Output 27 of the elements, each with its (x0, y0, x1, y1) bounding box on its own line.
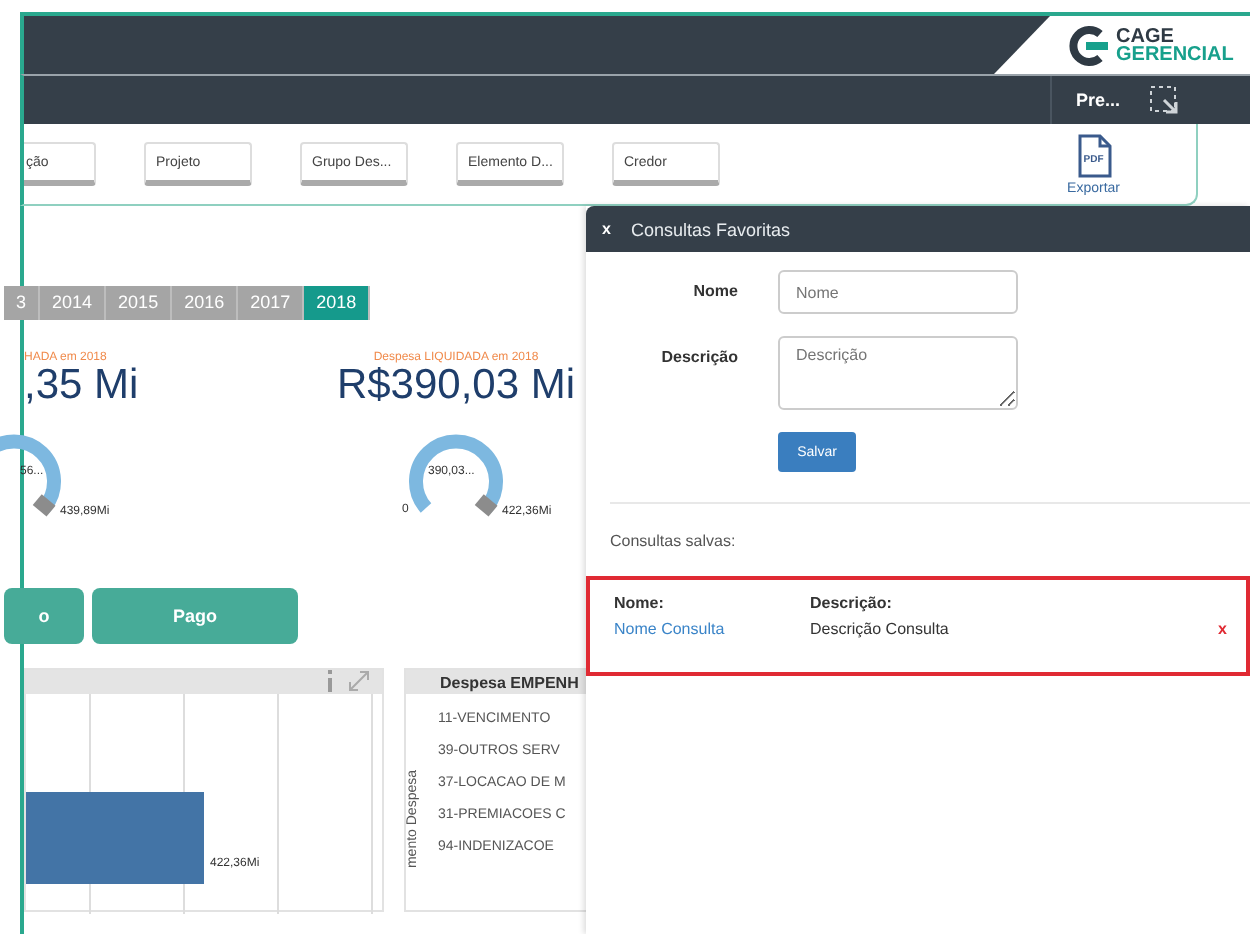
kpi-value: R$390,03 Mi (336, 363, 576, 407)
year-tab[interactable]: 3 (4, 285, 41, 319)
field-label: Descrição (659, 346, 738, 366)
field-label: Nome (691, 280, 738, 300)
gauge-drawing (406, 431, 506, 519)
pdf-file-icon (1075, 133, 1112, 177)
text-area[interactable]: Descrição (778, 336, 1018, 410)
query-description: Descrição Consulta (810, 620, 951, 638)
year-tab[interactable]: 2018 (304, 285, 371, 319)
kpi-value: ,35 Mi (24, 363, 139, 407)
logo-subtext: GERENCIAL (1116, 45, 1234, 63)
logo-text: CAGE (1116, 27, 1174, 45)
close-button[interactable]: x (598, 220, 615, 238)
stage-button[interactable]: o (4, 587, 84, 643)
section-label: Consultas salvas: (610, 502, 1250, 550)
selection-icon[interactable] (1148, 84, 1180, 116)
info-icon[interactable] (324, 670, 336, 692)
user-menu[interactable]: Pre... (1075, 90, 1120, 110)
column-header: Descrição: (810, 594, 894, 612)
panel-title: Consultas Favoritas (630, 219, 790, 239)
delete-button[interactable]: x (1218, 620, 1246, 638)
query-link[interactable]: Nome Consulta (614, 620, 810, 638)
column-header: Nome: (614, 594, 666, 612)
expand-icon[interactable] (348, 670, 370, 692)
stage-button[interactable]: Pago (92, 587, 298, 643)
input-field[interactable]: Nome (778, 270, 1018, 314)
logo-icon (1066, 23, 1110, 67)
